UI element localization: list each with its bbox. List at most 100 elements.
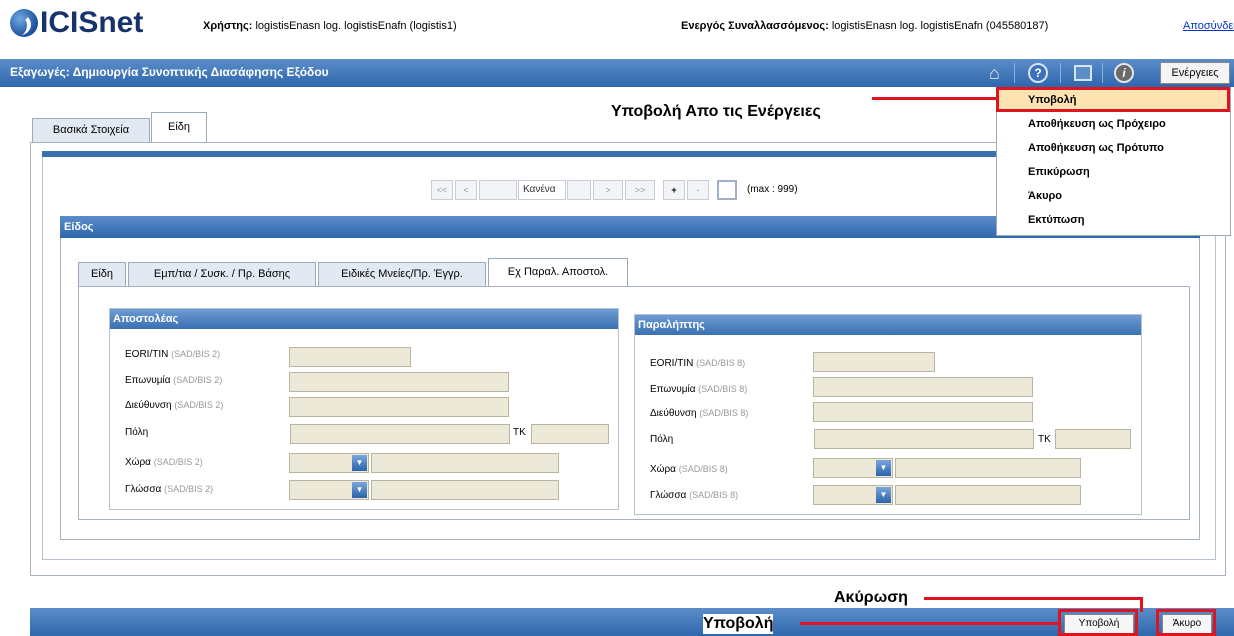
help-icon[interactable]: ? [1028,63,1048,83]
label-ref: (SAD/BIS 8) [678,464,728,474]
trader-info: Ενεργός Συναλλασσόμενος: logistisEnasn l… [681,20,1048,32]
label-ref: (SAD/BIS 2) [174,400,224,410]
chevron-down-icon[interactable]: ▼ [352,482,367,498]
logout-link[interactable]: Αποσύνδεση [1183,20,1234,32]
last-page-button[interactable]: >> [625,180,655,200]
consignee-title: Παραλήπτης [635,315,1141,335]
tab-items[interactable]: Είδη [151,112,207,142]
consignee-name-input[interactable] [813,377,1033,397]
trader-value: logistisEnasn log. logistisEnafn (045580… [831,20,1049,32]
menu-submit-annotation: Υποβολή Απο τις Ενέργειες [611,102,821,122]
consignor-zip-input[interactable] [531,424,609,444]
consignor-language-name [371,480,559,500]
label-text: Χώρα [650,464,676,475]
label-ref: (SAD/BIS 2) [171,349,221,359]
label-ref: (SAD/BIS 8) [689,490,739,500]
logo-text: ICISnet [40,6,144,39]
label-ref: (SAD/BIS 8) [698,384,748,394]
chevron-down-icon[interactable]: ▼ [876,460,891,476]
consignor-language-select[interactable]: ▼ [289,480,369,500]
subtab-consignor-consignee[interactable]: Εχ Παραλ. Αποστολ. [488,258,628,286]
submit-highlight [1058,609,1138,636]
menu-item-validate[interactable]: Επικύρωση [997,162,1230,183]
tab-basic-info[interactable]: Βασικά Στοιχεία [32,118,150,142]
chevron-down-icon[interactable]: ▼ [352,455,367,471]
consignee-eori-input[interactable] [813,352,935,372]
actions-button[interactable]: Ενέργειες [1160,62,1230,84]
user-label: Χρήστης: [203,20,253,32]
submit-pointer [800,622,1058,625]
item-section-title: Είδος [64,221,94,233]
globe-icon [10,9,38,37]
label-text: Επωνυμία [125,375,171,386]
consignee-language-select[interactable]: ▼ [813,485,893,505]
current-item-label: Κανένα [518,180,566,200]
label-text: EORI/TIN [650,358,694,369]
window-icon[interactable] [1074,65,1092,81]
consignee-zip-label: ΤΚ [1038,434,1051,445]
cancel-highlight [1156,609,1216,636]
menu-item-save-draft[interactable]: Αποθήκευση ως Πρόχειρο [997,114,1230,135]
add-item-button[interactable]: + [663,180,685,200]
max-items-label: (max : 999) [747,184,798,195]
consignor-zip-label: ΤΚ [513,427,526,438]
trader-label: Ενεργός Συναλλασσόμενος: [681,20,829,32]
consignor-eori-input[interactable] [289,347,411,367]
menu-item-print[interactable]: Εκτύπωση [997,210,1230,231]
consignor-language-label: Γλώσσα (SAD/BIS 2) [125,484,213,495]
menu-item-save-template[interactable]: Αποθήκευση ως Πρότυπο [997,138,1230,159]
consignee-address-label: Διεύθυνση (SAD/BIS 8) [650,408,748,419]
consignor-country-select[interactable]: ▼ [289,453,369,473]
consignor-country-label: Χώρα (SAD/BIS 2) [125,457,203,468]
consignor-name-input[interactable] [289,372,509,392]
label-text: Διεύθυνση [650,408,697,419]
label-text: Επωνυμία [650,384,696,395]
pager-spacer [479,180,517,200]
user-value: logistisEnasn log. logistisEnafn (logist… [255,20,457,32]
label-ref: (SAD/BIS 8) [696,358,746,368]
toolbar-divider [1102,63,1103,83]
consignor-city-label: Πόλη [125,427,149,438]
consignee-country-name [895,458,1081,478]
consignor-address-label: Διεύθυνση (SAD/BIS 2) [125,400,223,411]
user-info: Χρήστης: logistisEnasn log. logistisEnaf… [203,20,457,32]
cancel-pointer [924,597,1143,600]
chevron-down-icon[interactable]: ▼ [876,487,891,503]
toolbar-divider [1060,63,1061,83]
menu-submit-highlight [996,87,1230,112]
page-title: Εξαγωγές: Δημιουργία Συνοπτικής Διασάφησ… [10,65,329,79]
view-toggle-icon[interactable] [717,180,737,200]
prev-page-button[interactable]: < [455,180,477,200]
label-ref: (SAD/BIS 2) [164,484,214,494]
menu-submit-pointer [872,97,997,100]
consignee-name-label: Επωνυμία (SAD/BIS 8) [650,384,747,395]
subtab-packages[interactable]: Εμπ/τια / Συσκ. / Πρ. Βάσης [128,262,316,286]
subtab-items[interactable]: Είδη [78,262,126,286]
label-text: Διεύθυνση [125,400,172,411]
menu-item-cancel[interactable]: Άκυρο [997,186,1230,207]
consignor-eori-label: EORI/TIN (SAD/BIS 2) [125,349,220,360]
title-bar: Εξαγωγές: Δημιουργία Συνοπτικής Διασάφησ… [0,59,1234,87]
subtab-special-mentions[interactable]: Ειδικές Μνείες/Πρ. Έγγρ. [318,262,486,286]
consignor-address-input[interactable] [289,397,509,417]
next-page-button[interactable]: > [593,180,623,200]
consignee-city-label: Πόλη [650,434,674,445]
consignee-city-input[interactable] [814,429,1034,449]
consignee-zip-input[interactable] [1055,429,1131,449]
label-text: Γλώσσα [125,484,162,495]
label-text: Χώρα [125,457,151,468]
cancel-annotation: Ακύρωση [834,588,908,608]
consignee-eori-label: EORI/TIN (SAD/BIS 8) [650,358,745,369]
label-ref: (SAD/BIS 8) [699,408,749,418]
consignee-country-label: Χώρα (SAD/BIS 8) [650,464,728,475]
consignor-city-input[interactable] [290,424,510,444]
home-icon[interactable]: ⌂ [989,63,1009,83]
label-ref: (SAD/BIS 2) [153,457,203,467]
consignor-title: Αποστολέας [110,309,618,329]
first-page-button[interactable]: << [431,180,453,200]
consignee-address-input[interactable] [813,402,1033,422]
remove-item-button[interactable]: - [687,180,709,200]
consignee-country-select[interactable]: ▼ [813,458,893,478]
info-icon[interactable]: i [1114,63,1134,83]
icisnet-logo: ICISnet [10,6,143,40]
